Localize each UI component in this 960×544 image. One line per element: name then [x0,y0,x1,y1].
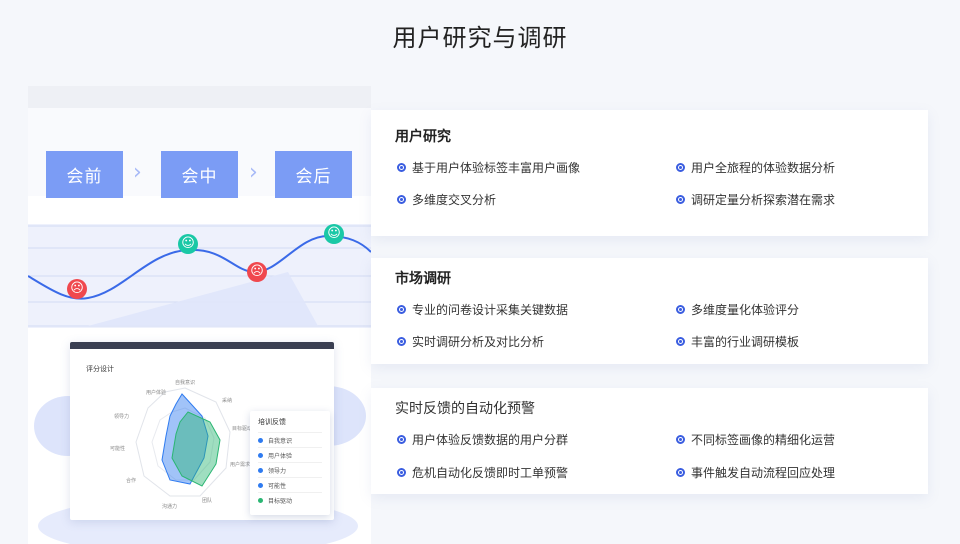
legend-item-label: 领导力 [268,467,287,475]
dashboard-titlebar [70,342,334,349]
illustration: 会前 › 会中 › 会后 ☹ ☺ ☹ ☺ 评分设计 自我意识 采纳 目标驱动 用… [28,86,371,544]
legend-item-label: 用户体验 [268,452,293,460]
feature-item: 危机自动化反馈即时工单预警 [397,464,568,481]
feature-label: 事件触发自动流程回应处理 [691,466,836,480]
legend-title: 培训反馈 [258,418,286,426]
bullet-icon [676,163,685,172]
bullet-icon [676,195,685,204]
bullet-icon [676,337,685,346]
chevron-right-icon: › [249,160,258,185]
bullet-icon [397,435,406,444]
happy-face-icon: ☺ [324,224,344,244]
legend-item-label: 可能性 [268,482,287,490]
page-title: 用户研究与调研 [392,24,568,52]
feature-item: 多维度量化体验评分 [676,301,799,318]
bullet-icon [397,468,406,477]
bullet-icon [397,337,406,346]
radar-label: 用户体验 [146,389,166,396]
bullet-icon [676,435,685,444]
legend-dot-icon [258,467,263,473]
radar-label: 团队 [202,497,212,504]
legend-dot-icon [258,437,263,443]
chevron-right-icon: › [133,160,142,185]
bullet-icon [397,163,406,172]
panel-title: 用户研究 [395,129,451,145]
radar-label: 可能性 [110,445,125,452]
feature-item: 用户全旅程的体验数据分析 [676,159,835,176]
radar-label: 采纳 [222,397,232,404]
feature-label: 多维度量化体验评分 [691,303,800,317]
legend-card: 培训反馈 自我意识 用户体验 领导力 可能性 目标驱动 [250,411,330,515]
legend-item: 用户体验 [258,447,322,462]
feature-item: 专业的问卷设计采集关键数据 [397,301,568,318]
feature-item: 调研定量分析探索潜在需求 [676,191,835,208]
legend-dot-icon [258,482,263,488]
legend-item-label: 目标驱动 [268,497,293,505]
feature-label: 基于用户体验标签丰富用户画像 [412,161,581,175]
legend-item: 可能性 [258,477,322,492]
bullet-icon [397,305,406,314]
stage-before-meeting: 会前 [46,151,123,198]
feature-item: 丰富的行业调研模板 [676,333,799,350]
stage-after-meeting: 会后 [275,151,352,198]
feature-label: 实时调研分析及对比分析 [412,335,545,349]
bullet-icon [397,195,406,204]
radar-label: 沟通力 [162,503,177,510]
illustration-header-band [28,86,371,108]
radar-label: 用户需求 [230,461,250,468]
stage-during-meeting: 会中 [161,151,238,198]
panel-realtime-alerts: 实时反馈的自动化预警 用户体验反馈数据的用户分群 不同标签画像的精细化运营 危机… [371,388,928,494]
bullet-icon [676,305,685,314]
feature-item: 实时调研分析及对比分析 [397,333,544,350]
sad-face-icon: ☹ [247,262,267,282]
feature-label: 多维度交叉分析 [412,193,497,207]
feature-item: 多维度交叉分析 [397,191,496,208]
happy-face-icon: ☺ [178,234,198,254]
radar-label: 自我意识 [175,379,195,386]
panel-user-research: 用户研究 基于用户体验标签丰富用户画像 用户全旅程的体验数据分析 多维度交叉分析… [371,110,928,236]
feature-label: 用户体验反馈数据的用户分群 [412,433,569,447]
legend-item: 目标驱动 [258,492,322,507]
feature-label: 丰富的行业调研模板 [691,335,800,349]
feature-item: 基于用户体验标签丰富用户画像 [397,159,580,176]
panel-market-research: 市场调研 专业的问卷设计采集关键数据 多维度量化体验评分 实时调研分析及对比分析… [371,258,928,364]
feature-item: 事件触发自动流程回应处理 [676,464,835,481]
feature-item: 不同标签画像的精细化运营 [676,431,835,448]
feature-label: 用户全旅程的体验数据分析 [691,161,836,175]
radar-label: 合作 [126,477,136,484]
legend-item: 领导力 [258,462,322,477]
legend-item-label: 自我意识 [268,437,293,445]
feature-label: 调研定量分析探索潜在需求 [691,193,836,207]
legend-item: 自我意识 [258,432,322,447]
feature-label: 专业的问卷设计采集关键数据 [412,303,569,317]
feature-label: 危机自动化反馈即时工单预警 [412,466,569,480]
legend-dot-icon [258,497,263,503]
bullet-icon [676,468,685,477]
feature-item: 用户体验反馈数据的用户分群 [397,431,568,448]
radar-label: 目标驱动 [232,425,252,432]
feature-label: 不同标签画像的精细化运营 [691,433,836,447]
legend-dot-icon [258,452,263,458]
radar-label: 领导力 [114,413,129,420]
panel-title: 市场调研 [395,271,451,287]
panel-title: 实时反馈的自动化预警 [395,401,535,417]
sad-face-icon: ☹ [67,279,87,299]
